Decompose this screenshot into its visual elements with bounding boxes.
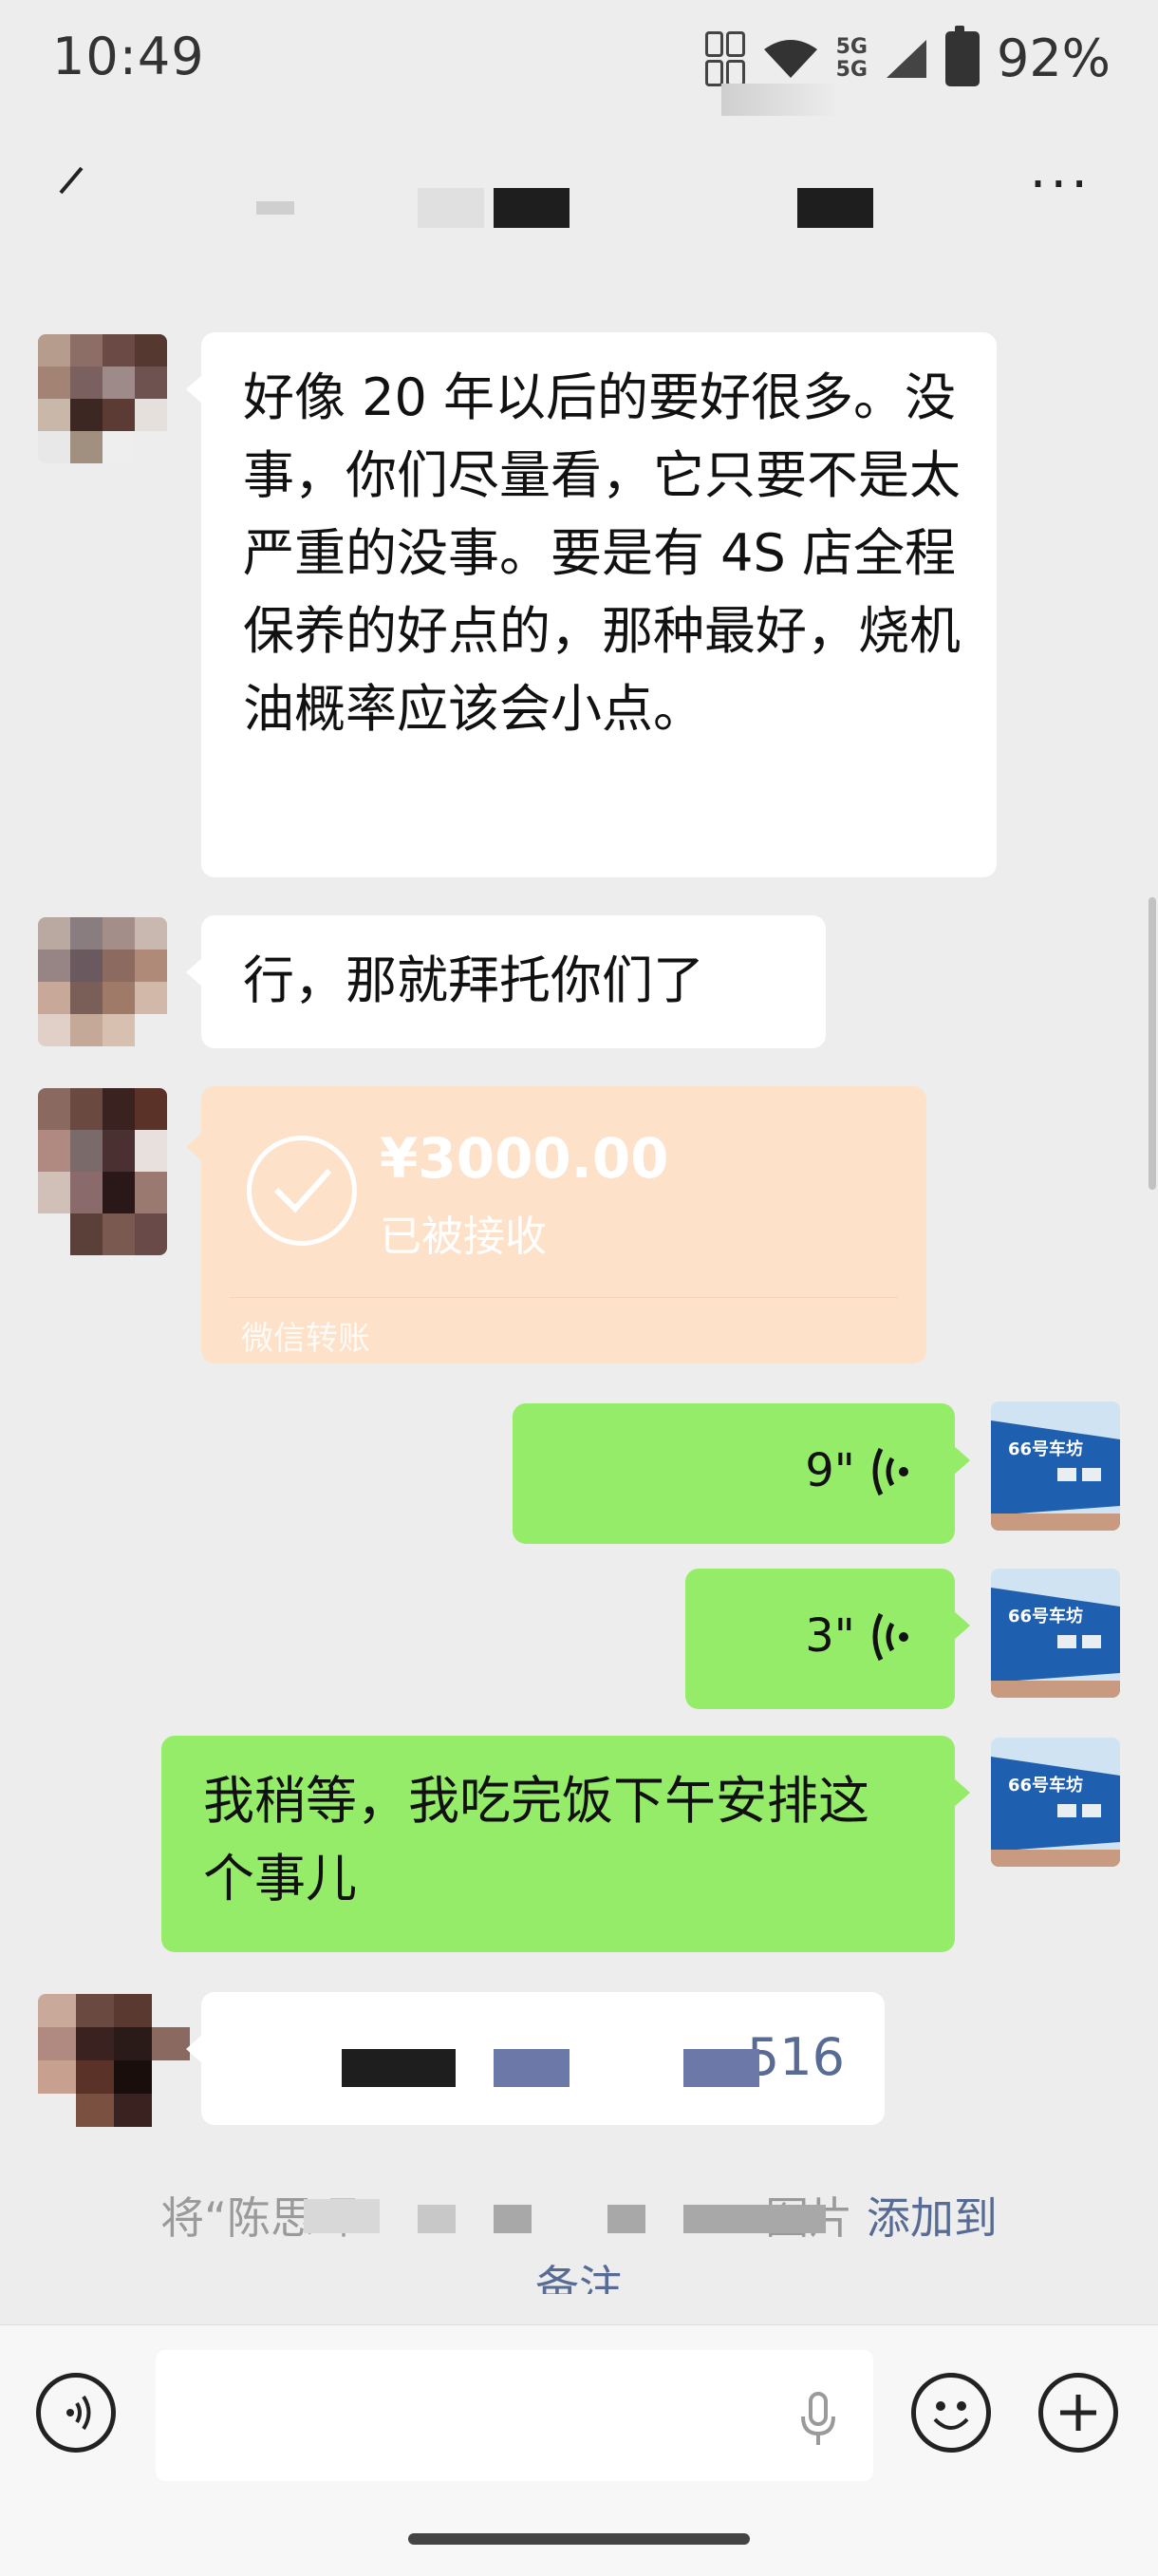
message-text: 行，那就拜托你们了 [243,950,704,1010]
add-remark-link-2[interactable]: 备注 [0,2252,1158,2294]
avatar-sign: 66号车坊 [1008,1438,1083,1459]
status-time: 10:49 [52,27,205,86]
mic-icon[interactable] [799,2392,837,2449]
redacted-block [418,2205,456,2233]
add-remark-link[interactable]: 添加到 [867,2192,998,2244]
more-icon[interactable]: ··· [1030,159,1092,212]
my-avatar[interactable]: 66号车坊 [991,1401,1120,1531]
system-notice: 将“陈思晖 图片 添加到 [0,2184,1158,2247]
hd-icon [704,30,745,86]
contact-avatar[interactable] [38,917,167,1046]
home-indicator[interactable] [408,2533,750,2545]
voice-wave-icon [872,1613,908,1662]
message-bubble[interactable]: 行，那就拜托你们了 [186,915,826,1048]
transfer-card[interactable]: ¥3000.00 已被接收 微信转账 [186,1086,926,1363]
back-icon[interactable] [57,166,85,195]
voice-duration: 9" [805,1444,855,1497]
voice-message[interactable]: 3" [685,1569,970,1709]
avatar-sign: 66号车坊 [1008,1775,1083,1796]
title-redacted [418,188,484,228]
contact-avatar[interactable] [38,1088,167,1255]
battery-percent: 92% [996,28,1111,88]
message-input[interactable] [156,2350,873,2481]
title-redacted [797,188,873,228]
check-icon [247,1136,357,1246]
title-redacted [256,201,294,215]
contact-avatar[interactable] [38,334,167,463]
redacted-block [683,2205,826,2233]
my-avatar[interactable]: 66号车坊 [991,1569,1120,1698]
transfer-status: 已被接收 [380,1213,547,1261]
divider [230,1297,898,1298]
battery-icon [944,25,980,86]
message-text-end: 516 [746,2027,845,2087]
status-icons: 5G 5G 92% [704,25,1111,88]
scrollbar[interactable] [1149,897,1156,1190]
transfer-amount: ¥3000.00 [380,1126,669,1191]
title-redacted [494,188,570,228]
voice-mode-icon[interactable] [36,2373,116,2453]
message-bubble[interactable]: 我稍等，我吃完饭下午安排这个事儿 [161,1736,970,1952]
wifi-icon [763,39,817,78]
avatar-sign: 66号车坊 [1008,1606,1083,1626]
contact-avatar[interactable] [38,1994,190,2127]
voice-message[interactable]: 9" [513,1403,970,1544]
message-text: 我稍等，我吃完饭下午安排这个事儿 [203,1771,869,1908]
redacted-block [607,2205,645,2233]
network-type: 5G 5G [835,34,868,82]
redacted-block [683,2049,759,2087]
plus-icon[interactable] [1038,2373,1118,2453]
redacted-block [494,2205,532,2233]
redacted-block [342,2049,456,2087]
signal-icon [886,39,926,78]
voice-duration: 3" [805,1609,855,1663]
emoji-icon[interactable] [911,2373,991,2453]
redacted-block [494,2049,570,2087]
message-bubble[interactable]: 好像 20 年以后的要好很多。没事，你们尽量看，它只要不是太严重的没事。要是有 … [186,332,997,877]
voice-wave-icon [872,1448,908,1496]
redacted-block [304,2199,380,2233]
message-text: 好像 20 年以后的要好很多。没事，你们尽量看，它只要不是太严重的没事。要是有 … [243,367,961,739]
status-redacted [721,84,835,116]
my-avatar[interactable]: 66号车坊 [991,1738,1120,1867]
transfer-label: 微信转账 [241,1320,370,1358]
